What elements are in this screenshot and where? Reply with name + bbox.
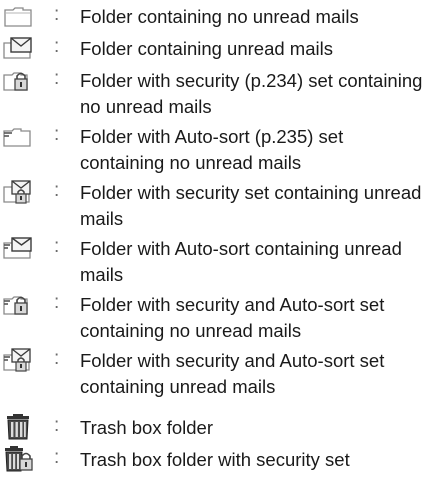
legend-description: Folder containing no unread mails	[80, 6, 359, 27]
legend-description: Folder with Auto-sort containing unread …	[80, 238, 402, 285]
separator: :	[54, 447, 60, 468]
legend-description: Folder containing unread mails	[80, 38, 333, 59]
separator: :	[54, 236, 60, 257]
folder-security-auto-sort-icon	[1, 291, 35, 317]
folder-security-unread-icon	[1, 179, 35, 205]
folder-icon	[1, 3, 35, 29]
trash-box-security-icon	[1, 446, 35, 472]
separator: :	[54, 415, 60, 436]
legend-description: Trash box folder with security set	[80, 449, 350, 470]
separator: :	[54, 124, 60, 145]
trash-box-icon	[1, 414, 35, 440]
separator: :	[54, 292, 60, 313]
legend-description: Folder with Auto-sort (p.235) set contai…	[80, 126, 344, 173]
separator: :	[54, 348, 60, 369]
legend-description: Folder with security and Auto-sort set c…	[80, 294, 385, 341]
legend-description: Folder with security (p.234) set contain…	[80, 70, 423, 117]
separator: :	[54, 180, 60, 201]
separator: :	[54, 36, 60, 57]
separator: :	[54, 68, 60, 89]
folder-auto-sort-unread-icon	[1, 235, 35, 261]
folder-auto-sort-icon	[1, 123, 35, 149]
legend-description: Folder with security set containing unre…	[80, 182, 422, 229]
legend-description: Folder with security and Auto-sort set c…	[80, 350, 385, 397]
folder-security-auto-sort-unread-icon	[1, 347, 35, 373]
legend-description: Trash box folder	[80, 417, 213, 438]
separator: :	[54, 4, 60, 25]
folder-security-icon	[1, 67, 35, 93]
folder-unread-mail-icon	[1, 35, 35, 61]
folder-icon-legend: : Folder containing no unread mails : Fo…	[0, 0, 433, 477]
